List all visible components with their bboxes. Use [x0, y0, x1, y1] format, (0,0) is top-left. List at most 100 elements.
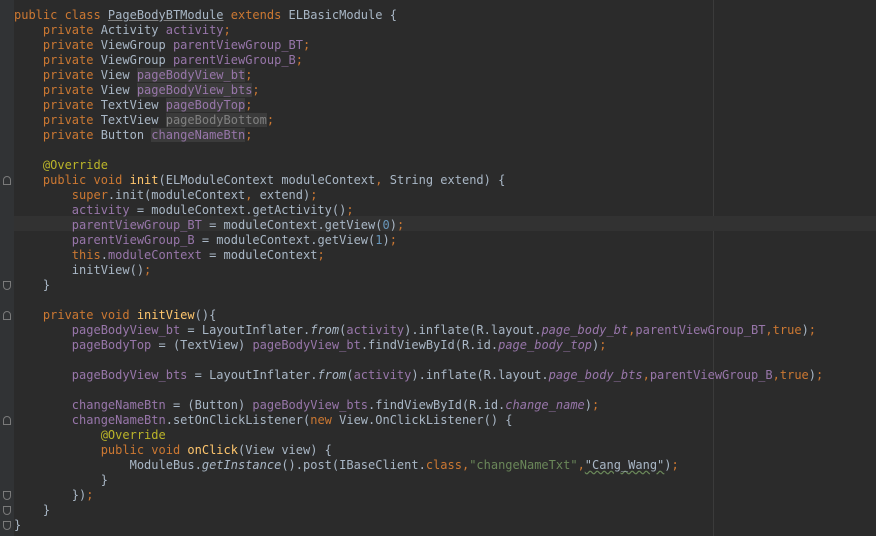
code-token: ;: [245, 128, 253, 142]
code-token: (ELModuleContext moduleContext: [158, 173, 376, 187]
code-line[interactable]: super.init(moduleContext, extend);: [14, 188, 318, 203]
code-token: extend): [259, 188, 311, 202]
code-token: @Override: [42, 158, 108, 172]
code-line[interactable]: public void init(ELModuleContext moduleC…: [14, 173, 505, 188]
code-line[interactable]: activity = moduleContext.getActivity();: [14, 203, 354, 218]
code-line[interactable]: public class PageBodyBTModule extends EL…: [14, 8, 397, 23]
code-token: = LayoutInflater.: [187, 368, 318, 382]
code-token: page_body_bt: [541, 323, 629, 337]
code-line[interactable]: private TextView pageBodyTop;: [14, 98, 252, 113]
code-token: ;: [317, 248, 325, 262]
fold-icon[interactable]: [3, 521, 11, 530]
code-line[interactable]: @Override: [14, 158, 108, 173]
code-line[interactable]: private Activity activity;: [14, 23, 231, 38]
code-token: (View view) {: [237, 443, 332, 457]
fold-icon[interactable]: [3, 506, 11, 515]
code-token: pageBodyTop: [165, 98, 246, 112]
code-token: ).inflate(R.layout.: [404, 323, 542, 337]
code-token: .: [100, 248, 108, 262]
fold-icon[interactable]: [3, 281, 11, 290]
code-token: ;: [599, 338, 607, 352]
code-token: PageBodyBTModule: [107, 8, 224, 22]
code-line[interactable]: pageBodyTop = (TextView) pageBodyView_bt…: [14, 338, 607, 353]
code-token: = LayoutInflater.: [180, 323, 311, 337]
code-line[interactable]: }: [14, 503, 50, 518]
code-line[interactable]: private View pageBodyView_bt;: [14, 68, 252, 83]
code-line[interactable]: parentViewGroup_B = moduleContext.getVie…: [14, 233, 397, 248]
code-token: .findViewById(R.id.: [360, 338, 499, 352]
code-token: pageBodyView_bts: [136, 83, 253, 97]
code-token: pageBodyView_bts: [71, 368, 188, 382]
code-token: ;: [389, 233, 397, 247]
code-line[interactable]: ModuleBus.getInstance().post(IBaseClient…: [14, 458, 679, 473]
code-token: private: [42, 83, 101, 97]
code-token: from: [317, 368, 347, 382]
code-token: }: [14, 503, 51, 517]
code-token: ;: [816, 368, 824, 382]
code-token: ,: [577, 458, 585, 472]
code-editor[interactable]: public class PageBodyBTModule extends EL…: [0, 0, 876, 536]
code-token: = (TextView): [151, 338, 253, 352]
code-line[interactable]: initView();: [14, 263, 151, 278]
code-line[interactable]: changeNameBtn.setOnClickListener(new Vie…: [14, 413, 513, 428]
fold-icon[interactable]: [3, 491, 11, 500]
code-line[interactable]: }: [14, 518, 21, 533]
code-token: ;: [808, 323, 817, 337]
code-line[interactable]: this.moduleContext = moduleContext;: [14, 248, 325, 263]
code-line[interactable]: private View pageBodyView_bts;: [14, 83, 260, 98]
code-line[interactable]: changeNameBtn = (Button) pageBodyView_bt…: [14, 398, 599, 413]
editor-gutter: [0, 0, 14, 536]
code-token: ().post(IBaseClient.: [281, 458, 426, 472]
code-token: activity: [165, 23, 224, 37]
code-token: changeNameBtn: [71, 413, 166, 427]
right-margin-guide: [713, 0, 714, 536]
code-token: View: [100, 68, 137, 82]
code-token: class: [425, 458, 462, 472]
code-line[interactable]: private ViewGroup parentViewGroup_BT;: [14, 38, 310, 53]
code-line[interactable]: }: [14, 278, 50, 293]
code-token: pageBodyView_bt: [71, 323, 181, 337]
code-token: ;: [144, 263, 152, 277]
code-line[interactable]: }: [14, 473, 108, 488]
code-token: ): [808, 368, 817, 382]
code-line[interactable]: private void initView(){: [14, 308, 216, 323]
code-token: ;: [245, 98, 253, 112]
code-token: Activity: [100, 23, 166, 37]
code-token: .findViewById(R.id.: [368, 398, 506, 412]
fold-icon[interactable]: [3, 176, 11, 185]
code-token: private: [42, 113, 101, 127]
code-token: ;: [266, 113, 275, 127]
code-token: ;: [223, 23, 231, 37]
code-token: ;: [295, 53, 304, 67]
code-line[interactable]: pageBodyView_bts = LayoutInflater.from(a…: [14, 368, 823, 383]
fold-icon[interactable]: [3, 416, 11, 425]
code-line[interactable]: public void onClick(View view) {: [14, 443, 332, 458]
fold-icon[interactable]: [3, 311, 11, 320]
code-token: pageBodyView_bt: [136, 68, 246, 82]
code-line[interactable]: private ViewGroup parentViewGroup_B;: [14, 53, 303, 68]
code-token: onClick: [187, 443, 238, 457]
code-token: ModuleBus.: [14, 458, 202, 472]
code-token: public void: [100, 443, 188, 457]
code-token: changeNameBtn: [71, 398, 166, 412]
code-line[interactable]: parentViewGroup_BT = moduleContext.getVi…: [14, 218, 404, 233]
code-token: String extend) {: [389, 173, 506, 187]
code-line[interactable]: private TextView pageBodyBottom;: [14, 113, 274, 128]
code-token: changeNameBtn: [151, 128, 246, 142]
code-line[interactable]: @Override: [14, 428, 166, 443]
code-token: = moduleContext.getView(: [194, 233, 376, 247]
code-token: = (Button): [165, 398, 253, 412]
code-line[interactable]: private Button changeNameBtn;: [14, 128, 252, 143]
code-line[interactable]: pageBodyView_bt = LayoutInflater.from(ac…: [14, 323, 816, 338]
code-line[interactable]: });: [14, 488, 94, 503]
